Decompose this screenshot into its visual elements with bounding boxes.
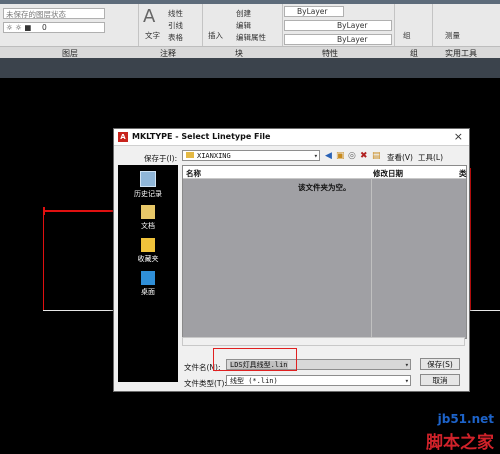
lineweight-dropdown[interactable]: ByLayer (284, 34, 392, 45)
chevron-down-icon: ▾ (404, 361, 409, 369)
drawing-red-vertical (43, 212, 44, 310)
divider (432, 4, 433, 46)
table-button[interactable]: 表格 (168, 32, 183, 43)
desktop-icon (141, 271, 155, 285)
divider (394, 4, 395, 46)
documents-icon (141, 205, 155, 219)
divider (282, 4, 283, 46)
chevron-down-icon: ▾ (313, 152, 318, 160)
drawing-red-line (43, 210, 115, 212)
search-web-icon[interactable]: ◎ (348, 151, 356, 161)
place-documents[interactable]: 文档 (118, 205, 178, 231)
place-label: 桌面 (141, 288, 155, 296)
places-bar: 历史记录 文档 收藏夹 桌面 (118, 165, 178, 382)
text-tool-label: 文字 (145, 31, 160, 40)
drawing-white-line-right (468, 310, 500, 311)
column-modified[interactable]: 修改日期 (373, 168, 403, 179)
place-label: 文档 (141, 222, 155, 230)
drawing-red-vertical-right (470, 168, 471, 310)
save-in-dropdown[interactable]: XIANXING ▾ (182, 150, 320, 161)
favorites-icon (141, 238, 155, 252)
folder-icon (186, 152, 194, 158)
select-linetype-dialog: A MKLTYPE - Select Linetype File × 保存于(I… (113, 128, 470, 392)
linear-dim-button[interactable]: 线性 (168, 8, 183, 19)
filetype-dropdown[interactable]: 线型 (*.lin) ▾ (226, 375, 411, 386)
filetype-label: 文件类型(T): (184, 379, 227, 388)
place-label: 历史记录 (134, 190, 162, 198)
layer-state-value: 未保存的图层状态 (6, 10, 66, 19)
document-tab-strip (0, 58, 500, 78)
divider (138, 4, 139, 46)
back-icon[interactable]: ◀ (325, 151, 332, 161)
ribbon: 未保存的图层状态 ☼ ☼ ■ 0 A 文字 线性 引线 表格 插入 创建 编辑 … (0, 0, 500, 59)
highlight-box (213, 348, 297, 371)
close-icon[interactable]: × (454, 130, 463, 143)
autocad-icon: A (118, 132, 128, 142)
column-name[interactable]: 名称 (186, 168, 201, 179)
layer-state-dropdown[interactable]: 未保存的图层状态 (3, 8, 105, 19)
cancel-button[interactable]: 取消 (420, 374, 460, 386)
insert-button[interactable]: 插入 (208, 30, 223, 41)
place-history[interactable]: 历史记录 (118, 171, 178, 199)
edit-attributes-button[interactable]: 编辑属性 (236, 32, 266, 43)
new-folder-icon[interactable]: ▤ (372, 151, 381, 161)
drawing-white-line (43, 310, 115, 311)
horizontal-scrollbar[interactable] (182, 337, 465, 346)
layer-dropdown[interactable]: ☼ ☼ ■ 0 (3, 22, 105, 33)
tools-menu[interactable]: 工具(L) (418, 152, 443, 163)
up-folder-icon[interactable]: ▣ (336, 151, 345, 161)
place-desktop[interactable]: 桌面 (118, 271, 178, 297)
delete-icon[interactable]: ✖ (360, 151, 368, 161)
ribbon-top-strip (0, 0, 500, 4)
place-favorites[interactable]: 收藏夹 (118, 238, 178, 264)
group-button[interactable]: 组 (403, 30, 411, 41)
view-menu[interactable]: 查看(V) (387, 152, 413, 163)
lineweight-value: ByLayer (337, 35, 368, 44)
chevron-down-icon: ▾ (404, 377, 409, 385)
text-tool-icon[interactable]: A (143, 6, 155, 27)
layer-number: 0 (42, 23, 47, 32)
save-in-label: 保存于(I): (144, 154, 178, 163)
dialog-title: MKLTYPE - Select Linetype File (132, 132, 271, 141)
file-list[interactable]: 名称 修改日期 类 该文件夹为空。 (182, 165, 467, 339)
save-button[interactable]: 保存(S) (420, 358, 460, 370)
color-dropdown[interactable]: ByLayer (284, 6, 344, 17)
leader-button[interactable]: 引线 (168, 20, 183, 31)
linetype-value: ByLayer (337, 21, 368, 30)
column-divider (371, 178, 372, 338)
place-label: 收藏夹 (137, 255, 159, 263)
color-value: ByLayer (297, 7, 328, 16)
create-block-button[interactable]: 创建 (236, 8, 251, 19)
divider (202, 4, 203, 46)
column-extra[interactable]: 类 (459, 168, 467, 179)
linetype-dropdown[interactable]: ByLayer (284, 20, 392, 31)
measure-button[interactable]: 测量 (445, 30, 460, 41)
filetype-value: 线型 (*.lin) (230, 377, 278, 385)
edit-block-button[interactable]: 编辑 (236, 20, 251, 31)
layer-icons: ☼ ☼ ■ (6, 23, 32, 32)
dialog-titlebar: A MKLTYPE - Select Linetype File × (114, 129, 469, 146)
watermark-name: 脚本之家 (426, 433, 494, 453)
watermark-site: jb51.net (437, 412, 494, 426)
file-list-header: 名称 修改日期 类 (183, 166, 467, 179)
empty-folder-message: 该文件夹为空。 (298, 183, 351, 192)
save-in-value: XIANXING (197, 152, 231, 160)
history-icon (140, 171, 156, 187)
